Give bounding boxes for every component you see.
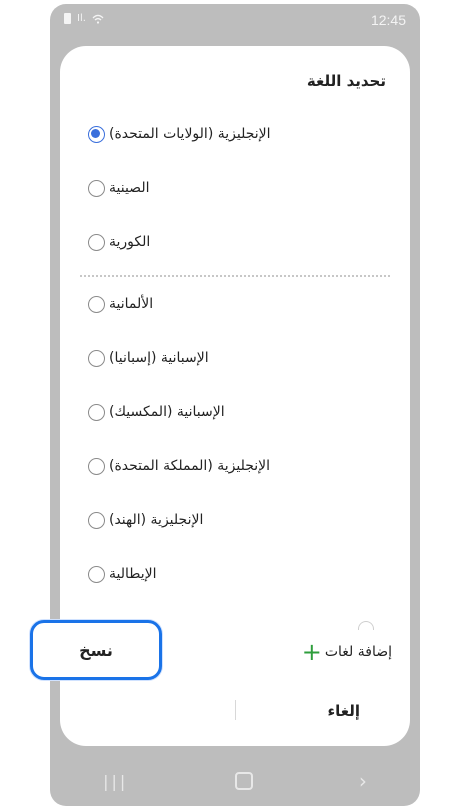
radio-icon[interactable] xyxy=(88,457,105,475)
section-divider xyxy=(80,275,390,277)
language-label: الإسبانية (إسبانيا) xyxy=(109,350,209,366)
language-option[interactable]: الإيطالية xyxy=(72,554,392,594)
signal-icon: Il. xyxy=(77,13,86,24)
add-languages-label: إضافة لغات xyxy=(324,644,392,660)
language-label: الإنجليزية (الهند) xyxy=(109,512,204,528)
phone-screen: Il. 12:45 تحديد اللغة الإنجليزية (الولاي… xyxy=(50,4,420,806)
radio-icon[interactable] xyxy=(88,295,105,313)
language-option[interactable]: الإسبانية (المكسيك) xyxy=(72,392,392,432)
partial-radio-icon xyxy=(358,621,374,630)
dialog-buttons: إلغاء xyxy=(60,682,410,742)
radio-icon[interactable] xyxy=(88,233,105,251)
language-option[interactable]: الإنجليزية (الهند) xyxy=(72,500,392,540)
radio-icon[interactable] xyxy=(88,511,105,529)
copy-button[interactable]: نسخ xyxy=(30,620,162,680)
radio-icon[interactable] xyxy=(88,179,105,197)
back-icon[interactable]: › xyxy=(359,769,367,793)
language-option[interactable]: الإنجليزية (الولايات المتحدة) xyxy=(72,114,392,154)
sheet-title: تحديد اللغة xyxy=(306,72,386,90)
plus-icon: + xyxy=(301,638,322,666)
wifi-icon xyxy=(92,14,104,24)
language-label: الكورية xyxy=(109,234,151,250)
cancel-button[interactable]: إلغاء xyxy=(327,702,360,720)
add-languages-button[interactable]: + إضافة لغات xyxy=(283,634,392,670)
recent-apps-icon[interactable]: ||| xyxy=(103,772,128,791)
status-bar: Il. 12:45 xyxy=(50,4,420,38)
radio-icon[interactable] xyxy=(88,349,105,367)
language-option[interactable]: الصينية xyxy=(72,168,392,208)
status-time: 12:45 xyxy=(370,12,406,28)
language-option[interactable]: الألمانية xyxy=(72,284,392,324)
language-label: الإسبانية (المكسيك) xyxy=(109,404,225,420)
radio-icon[interactable] xyxy=(88,565,105,583)
language-label: الإنجليزية (المملكة المتحدة) xyxy=(109,458,271,474)
language-option[interactable]: الكورية xyxy=(72,222,392,262)
language-label: الألمانية xyxy=(109,296,154,312)
language-label: الإنجليزية (الولايات المتحدة) xyxy=(109,126,271,142)
radio-icon[interactable] xyxy=(88,403,105,421)
language-label: الصينية xyxy=(109,180,150,196)
language-option[interactable]: الإنجليزية (المملكة المتحدة) xyxy=(72,446,392,486)
language-option[interactable]: الإسبانية (إسبانيا) xyxy=(72,338,392,378)
navigation-bar: ||| › xyxy=(50,756,420,806)
home-icon[interactable] xyxy=(234,772,253,790)
radio-selected-icon[interactable] xyxy=(88,125,105,143)
language-label: الإيطالية xyxy=(109,566,157,582)
battery-icon xyxy=(64,13,71,24)
button-separator xyxy=(235,700,236,720)
